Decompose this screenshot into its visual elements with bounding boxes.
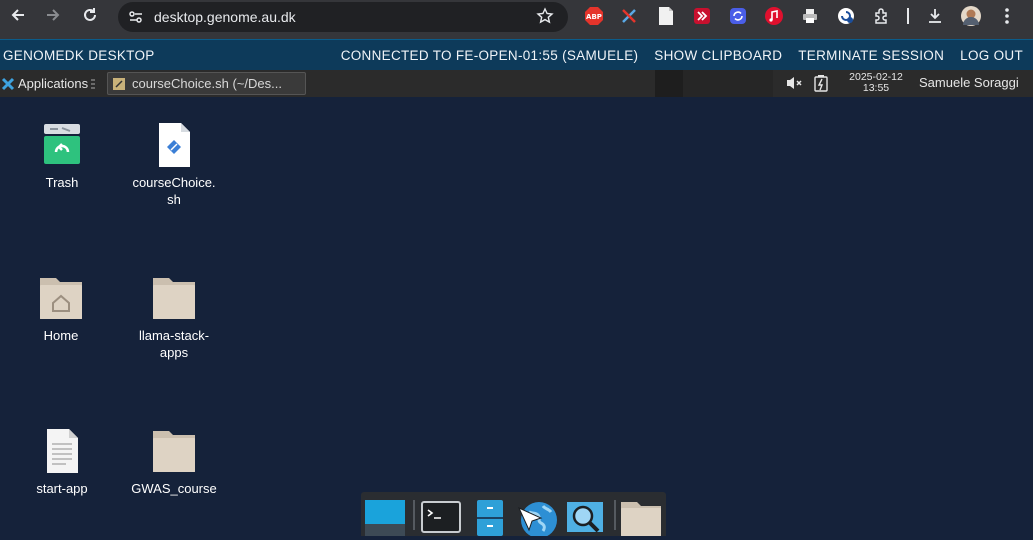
arrow-right-icon	[47, 9, 60, 21]
clock-time: 13:55	[862, 82, 890, 94]
back-button[interactable]	[3, 0, 33, 30]
forward-button[interactable]	[38, 0, 68, 30]
desktop-icon-trash[interactable]: Trash	[12, 122, 112, 191]
reload-button[interactable]	[75, 0, 105, 30]
dock-show-desktop[interactable]	[363, 496, 407, 536]
globe-icon	[517, 502, 557, 538]
folder-icon	[152, 428, 196, 474]
file-cabinet-icon	[477, 500, 503, 536]
top-panel: Applications courseChoice.sh (~/Des... 2…	[0, 70, 1033, 97]
applications-label: Applications	[18, 76, 89, 91]
desktop-icon-llama-stack-apps[interactable]: llama-stack- apps	[124, 275, 224, 361]
redbox-icon[interactable]	[691, 5, 713, 27]
site-settings-icon[interactable]	[128, 9, 148, 25]
dock-separator	[614, 500, 616, 530]
handle-icon	[91, 79, 96, 88]
abp-icon[interactable]: ABP	[583, 5, 605, 27]
bookmark-star-icon[interactable]	[536, 7, 554, 29]
dock	[361, 492, 666, 538]
editor-icon	[113, 77, 125, 90]
dock-terminal[interactable]	[419, 496, 463, 536]
desktop-icon-coursechoice[interactable]: courseChoice. sh	[124, 122, 224, 208]
user-name[interactable]: Samuele Soraggi	[919, 75, 1019, 90]
dock-web-browser[interactable]	[515, 496, 559, 538]
desktop-icon-start-app[interactable]: start-app	[12, 428, 112, 497]
desktop-icon-gwas-course[interactable]: GWAS_course	[124, 428, 224, 497]
toolbar-divider	[907, 8, 909, 24]
taskbar-button[interactable]: courseChoice.sh (~/Des...	[107, 72, 306, 95]
doc-icon[interactable]	[655, 5, 677, 27]
dock-folder[interactable]	[619, 496, 663, 536]
dock-separator	[413, 500, 415, 530]
avatar[interactable]	[960, 5, 982, 27]
desktop-icon-label: Home	[43, 328, 79, 343]
terminal-icon	[421, 501, 461, 533]
session-menu: CONNECTED TO FE-OPEN-01:55 (SAMUELE) SHO…	[341, 48, 1023, 63]
session-brand: GENOMEDK DESKTOP	[3, 47, 155, 63]
svg-text:ABP: ABP	[586, 13, 602, 21]
applications-menu[interactable]: Applications	[0, 70, 96, 97]
folder-icon	[152, 275, 196, 321]
show-desktop-icon	[365, 500, 405, 536]
address-bar[interactable]: desktop.genome.au.dk	[118, 2, 568, 32]
terminate-session-link[interactable]: TERMINATE SESSION	[798, 48, 944, 63]
desktop-icon-label: GWAS_course	[131, 481, 217, 496]
workspace-1[interactable]	[655, 70, 683, 97]
desktop-icon-home[interactable]: Home	[11, 275, 111, 344]
extensions-icon[interactable]	[871, 5, 893, 27]
script-file-icon	[152, 122, 196, 168]
puzzle-x-icon[interactable]	[618, 5, 640, 27]
xfce-logo-icon	[1, 77, 15, 90]
music-icon[interactable]	[763, 5, 785, 27]
taskbar-title: courseChoice.sh (~/Des...	[132, 76, 282, 91]
browser-menu-icon[interactable]	[996, 5, 1018, 27]
text-file-icon	[40, 428, 84, 474]
url-text: desktop.genome.au.dk	[154, 9, 296, 25]
session-bar: GENOMEDK DESKTOP CONNECTED TO FE-OPEN-01…	[0, 39, 1033, 70]
magnifier-icon	[567, 502, 603, 533]
desktop-icon-label: start-app	[36, 481, 88, 496]
refresh-icon[interactable]	[835, 5, 857, 27]
battery-icon[interactable]	[814, 75, 828, 95]
show-clipboard-link[interactable]: SHOW CLIPBOARD	[654, 48, 782, 63]
home-folder-icon	[39, 275, 83, 321]
sync-icon[interactable]	[727, 5, 749, 27]
browser-toolbar: desktop.genome.au.dk ABP	[0, 0, 1033, 39]
connection-status[interactable]: CONNECTED TO FE-OPEN-01:55 (SAMUELE)	[341, 48, 639, 63]
volume-muted-icon[interactable]	[785, 75, 803, 94]
arrow-left-icon	[11, 9, 24, 21]
download-icon[interactable]	[924, 5, 946, 27]
trash-icon	[40, 122, 84, 168]
folder-icon	[621, 502, 661, 536]
clock[interactable]: 2025-02-12 13:55	[838, 72, 914, 94]
printer-icon[interactable]	[799, 5, 821, 27]
desktop-icon-label: Trash	[45, 175, 79, 190]
workspace-2[interactable]	[683, 70, 773, 97]
desktop-icon-label: courseChoice. sh	[132, 175, 216, 207]
desktop-icon-label: llama-stack- apps	[138, 328, 210, 360]
logout-link[interactable]: LOG OUT	[960, 48, 1023, 63]
reload-icon	[84, 8, 96, 21]
dock-file-manager[interactable]	[467, 496, 511, 536]
dock-search[interactable]	[563, 496, 607, 536]
